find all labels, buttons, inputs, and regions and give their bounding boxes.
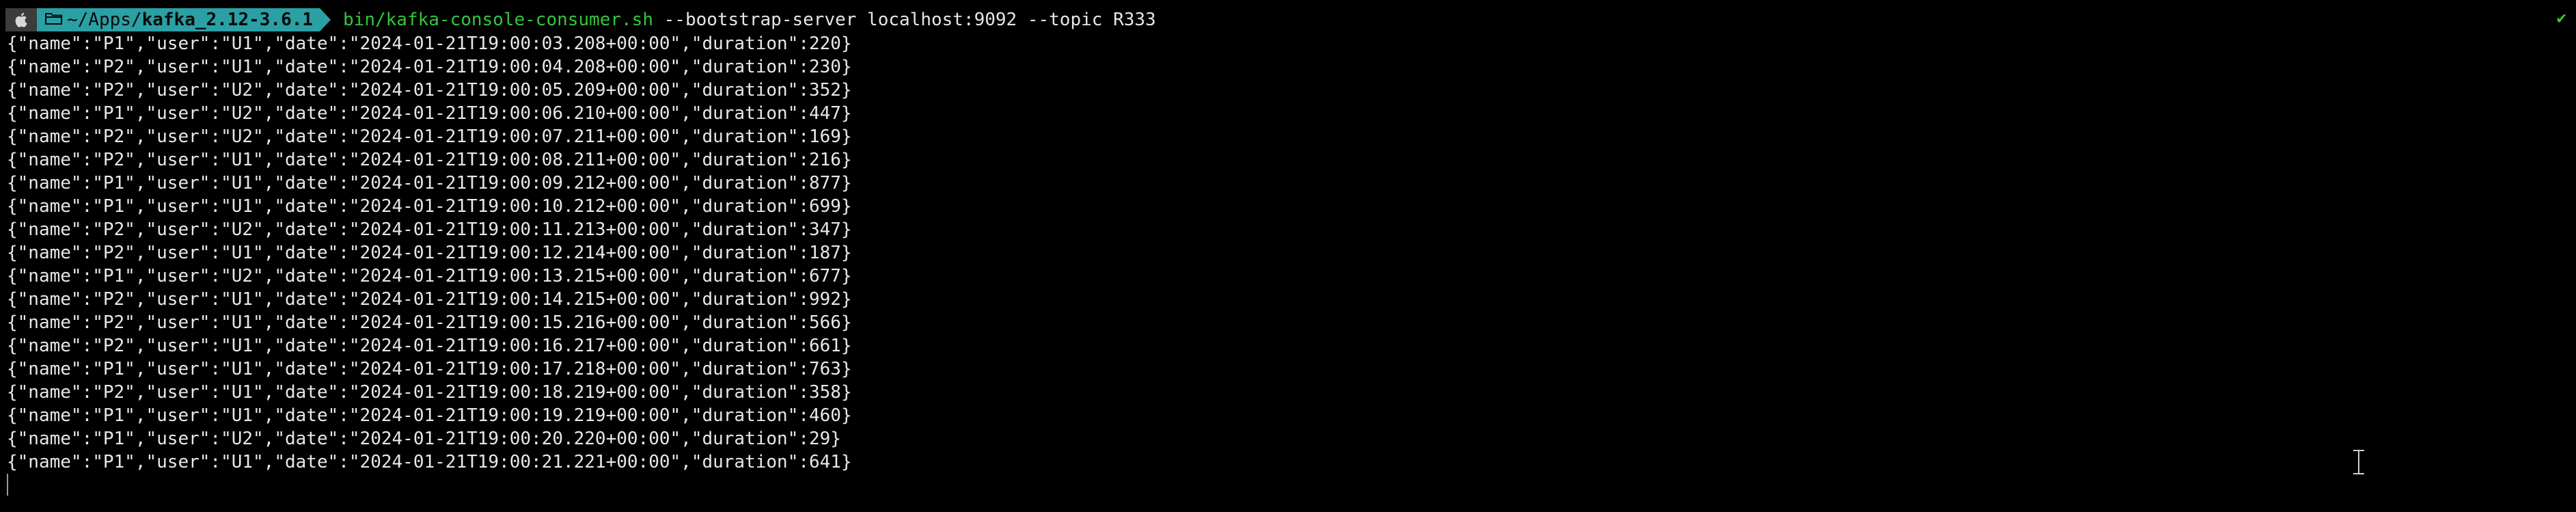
command-line: bin/kafka-console-consumer.sh --bootstra…: [343, 10, 1156, 30]
path-prefix: ~/Apps/: [67, 10, 142, 30]
output-line: {"name":"P1","user":"U1","date":"2024-01…: [7, 405, 852, 426]
output-line: {"name":"P1","user":"U2","date":"2024-01…: [7, 266, 852, 286]
shell-prompt: ~/Apps/kafka_2.12-3.6.1 bin/kafka-consol…: [5, 7, 1156, 33]
output-line: {"name":"P1","user":"U1","date":"2024-01…: [7, 173, 852, 193]
output-line: {"name":"P2","user":"U2","date":"2024-01…: [7, 80, 852, 100]
terminal-cursor: [7, 474, 8, 496]
folder-icon-glyph: [45, 13, 62, 25]
output-line: {"name":"P2","user":"U1","date":"2024-01…: [7, 312, 852, 333]
consumer-output: {"name":"P1","user":"U1","date":"2024-01…: [7, 32, 852, 474]
ibeam-cap-top: [2353, 450, 2364, 451]
output-line: {"name":"P1","user":"U1","date":"2024-01…: [7, 33, 852, 54]
command-arguments: --bootstrap-server localhost:9092 --topi…: [653, 10, 1156, 30]
mouse-ibeam-cursor-icon: [2353, 450, 2364, 474]
terminal-window[interactable]: ~/Apps/kafka_2.12-3.6.1 bin/kafka-consol…: [0, 0, 2576, 512]
output-line: {"name":"P1","user":"U2","date":"2024-01…: [7, 103, 852, 124]
output-line: {"name":"P2","user":"U1","date":"2024-01…: [7, 382, 852, 403]
folder-icon: [45, 10, 63, 30]
success-check-icon: ✔: [2556, 8, 2566, 27]
command-executable: bin/kafka-console-consumer.sh: [343, 10, 653, 30]
output-line: {"name":"P2","user":"U1","date":"2024-01…: [7, 150, 852, 170]
output-line: {"name":"P1","user":"U2","date":"2024-01…: [7, 429, 841, 449]
prompt-arrow: [320, 8, 331, 31]
output-line: {"name":"P2","user":"U1","date":"2024-01…: [7, 336, 852, 356]
output-line: {"name":"P1","user":"U1","date":"2024-01…: [7, 359, 852, 379]
output-line: {"name":"P2","user":"U1","date":"2024-01…: [7, 243, 852, 263]
ibeam-cap-bottom: [2353, 473, 2364, 474]
ibeam-stem: [2358, 450, 2359, 474]
output-line: {"name":"P2","user":"U1","date":"2024-01…: [7, 289, 852, 310]
path-current: kafka_2.12-3.6.1: [141, 10, 314, 30]
output-line: {"name":"P1","user":"U1","date":"2024-01…: [7, 196, 852, 217]
apple-icon: [5, 8, 37, 31]
output-line: {"name":"P2","user":"U2","date":"2024-01…: [7, 126, 852, 147]
output-line: {"name":"P2","user":"U2","date":"2024-01…: [7, 219, 852, 240]
output-line: {"name":"P2","user":"U1","date":"2024-01…: [7, 57, 852, 77]
output-line: {"name":"P1","user":"U1","date":"2024-01…: [7, 452, 852, 472]
current-directory-segment: ~/Apps/kafka_2.12-3.6.1: [37, 8, 320, 31]
apple-icon-glyph: [15, 12, 27, 27]
